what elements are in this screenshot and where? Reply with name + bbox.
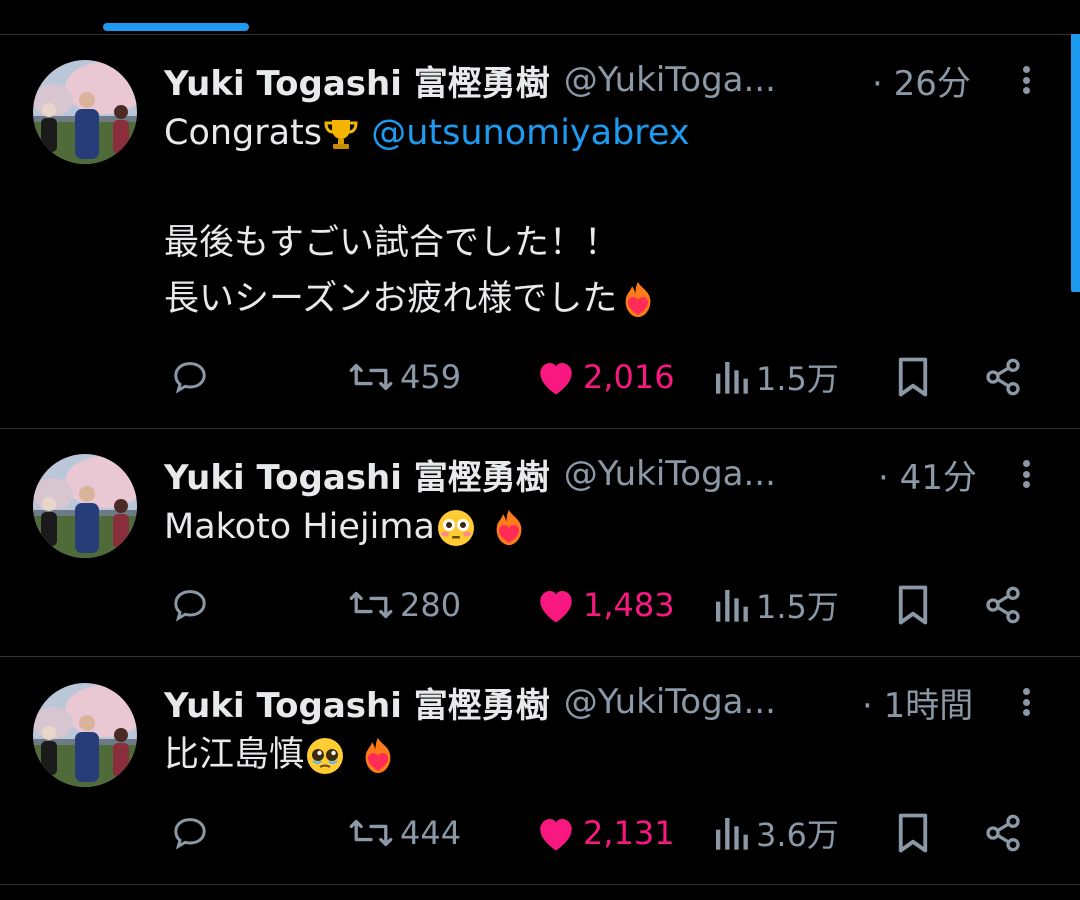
views-count: 3.6万 xyxy=(756,816,839,854)
like-button[interactable]: 1,483 xyxy=(535,580,675,630)
like-button[interactable]: 2,131 xyxy=(535,808,675,858)
avatar[interactable] xyxy=(33,454,137,558)
views-count: 1.5万 xyxy=(756,360,839,398)
heart-icon xyxy=(540,819,572,851)
author-handle[interactable]: @YukiToga... xyxy=(564,60,776,100)
pleading-face-emoji-icon xyxy=(307,738,344,774)
reply-icon xyxy=(174,362,206,394)
tweet-text-line: 最後もすごい試合でした！！ xyxy=(164,223,620,263)
bookmark-button[interactable] xyxy=(895,580,931,630)
flushed-face-emoji-icon xyxy=(437,510,474,546)
tweet-header: Yuki Togashi 富樫勇樹 @YukiToga... xyxy=(164,449,776,499)
share-button[interactable] xyxy=(983,352,1023,402)
tweet-text-line-with-emoji: 長いシーズンお疲れ様でした xyxy=(164,271,659,327)
tweet-time[interactable]: · 41分 xyxy=(878,449,977,499)
author-name[interactable]: Yuki Togashi 富樫勇樹 xyxy=(164,56,550,105)
scrollbar[interactable] xyxy=(1071,34,1080,292)
tweet-text-content: Makoto Hiejima xyxy=(164,507,435,547)
bookmark-button[interactable] xyxy=(895,808,931,858)
share-button[interactable] xyxy=(983,808,1023,858)
avatar[interactable] xyxy=(33,683,137,787)
retweet-icon xyxy=(349,363,393,391)
author-name[interactable]: Yuki Togashi 富樫勇樹 xyxy=(164,678,550,727)
bookmark-icon xyxy=(898,813,928,853)
more-options-icon[interactable] xyxy=(1014,454,1038,494)
share-icon xyxy=(986,358,1020,396)
author-name[interactable]: Yuki Togashi 富樫勇樹 xyxy=(164,450,550,499)
tweet-text-line: 長いシーズンお疲れ様でした xyxy=(164,279,618,319)
views-icon xyxy=(716,362,748,394)
bookmark-icon xyxy=(898,585,928,625)
tweet-1[interactable]: Yuki Togashi 富樫勇樹 @YukiToga... · 26分 Con… xyxy=(0,35,1060,428)
reply-icon xyxy=(174,590,206,622)
like-count: 2,131 xyxy=(583,814,675,852)
tweet-divider xyxy=(0,884,1080,885)
avatar[interactable] xyxy=(33,60,137,164)
retweet-count: 444 xyxy=(400,814,462,852)
tweet-header: Yuki Togashi 富樫勇樹 @YukiToga... xyxy=(164,55,776,105)
retweet-button[interactable]: 459 xyxy=(348,352,461,402)
mention-link[interactable]: @utsunomiyabrex xyxy=(371,113,689,153)
bookmark-icon xyxy=(898,357,928,397)
reply-button[interactable] xyxy=(170,808,210,858)
like-button[interactable]: 2,016 xyxy=(535,352,675,402)
tweet-actions: 280 1,483 1.5万 xyxy=(0,580,1080,630)
like-count: 1,483 xyxy=(583,586,675,624)
views-button[interactable]: 1.5万 xyxy=(712,352,839,402)
tweet-text: Makoto Hiejima xyxy=(164,499,530,555)
tweet-3[interactable]: Yuki Togashi 富樫勇樹 @YukiToga... · 1時間 比江島… xyxy=(0,657,1060,884)
trophy-emoji-icon xyxy=(324,120,358,149)
tweet-actions: 444 2,131 3.6万 xyxy=(0,808,1080,858)
tweet-text-content: 比江島慎 xyxy=(164,735,305,775)
views-icon xyxy=(716,590,748,622)
retweet-icon xyxy=(349,591,393,619)
bookmark-button[interactable] xyxy=(895,352,931,402)
reply-icon xyxy=(174,818,206,850)
heart-icon xyxy=(540,591,572,623)
heart-on-fire-emoji-icon xyxy=(365,738,391,773)
more-options-icon[interactable] xyxy=(1014,682,1038,722)
tweet-header: Yuki Togashi 富樫勇樹 @YukiToga... xyxy=(164,677,776,727)
views-button[interactable]: 1.5万 xyxy=(712,580,839,630)
tweet-actions: 459 2,016 1.5万 xyxy=(0,352,1080,402)
tweet-time[interactable]: · 1時間 xyxy=(862,677,973,727)
retweet-button[interactable]: 444 xyxy=(348,808,461,858)
tweet-text: Congrats @utsunomiyabrex xyxy=(164,105,690,161)
share-icon xyxy=(986,586,1020,624)
retweet-button[interactable]: 280 xyxy=(348,580,461,630)
heart-on-fire-emoji-icon xyxy=(625,282,651,317)
author-handle[interactable]: @YukiToga... xyxy=(564,454,776,494)
views-count: 1.5万 xyxy=(756,588,839,626)
share-button[interactable] xyxy=(983,580,1023,630)
more-options-icon[interactable] xyxy=(1014,60,1038,100)
views-button[interactable]: 3.6万 xyxy=(712,808,839,858)
tweet-text: 比江島慎 xyxy=(164,727,399,783)
tweet-2[interactable]: Yuki Togashi 富樫勇樹 @YukiToga... · 41分 Mak… xyxy=(0,429,1060,656)
reply-button[interactable] xyxy=(170,580,210,630)
share-icon xyxy=(986,814,1020,852)
like-count: 2,016 xyxy=(583,358,675,396)
views-icon xyxy=(716,818,748,850)
reply-button[interactable] xyxy=(170,352,210,402)
active-tab-indicator xyxy=(103,23,249,31)
author-handle[interactable]: @YukiToga... xyxy=(564,682,776,722)
heart-on-fire-emoji-icon xyxy=(496,510,522,545)
retweet-count: 459 xyxy=(400,358,462,396)
retweet-count: 280 xyxy=(400,586,462,624)
tweet-text-prefix: Congrats xyxy=(164,113,323,153)
heart-icon xyxy=(540,363,572,395)
retweet-icon xyxy=(349,819,393,847)
tweet-time[interactable]: · 26分 xyxy=(872,55,971,105)
